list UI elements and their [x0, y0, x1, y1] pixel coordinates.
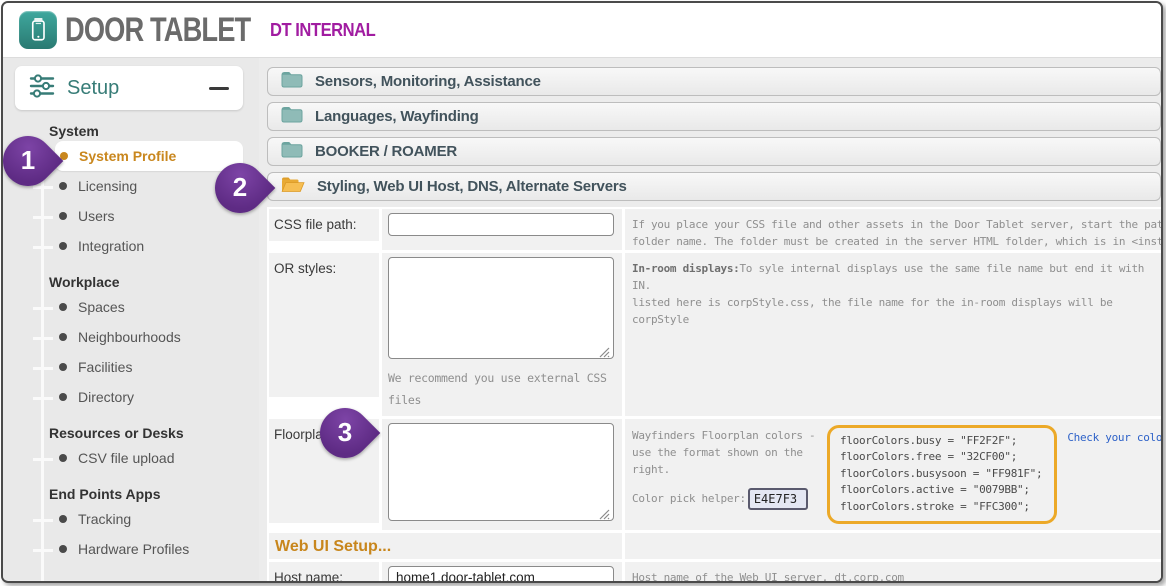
sliders-icon [29, 74, 55, 103]
css-file-path-input[interactable] [388, 213, 614, 236]
folder-closed-icon [281, 141, 303, 163]
callout-badge-3: 3 [310, 398, 381, 469]
host-name-label: Host name: [269, 562, 379, 583]
host-name-cell [382, 562, 622, 583]
code-line: floorColors.busy = "FF2F2F"; [840, 433, 1042, 450]
app-header: DOOR TABLET DT INTERNAL [3, 3, 1161, 58]
bullet-icon [59, 545, 67, 553]
floorplan-colors-textarea[interactable] [388, 423, 614, 521]
nav-section-system: System [49, 123, 259, 139]
floorplan-colors-cell [382, 419, 622, 530]
spacer-cell [625, 533, 1161, 559]
bullet-icon [59, 393, 67, 401]
setup-menu-header[interactable]: Setup [15, 66, 243, 110]
code-line: floorColors.free = "32CF00"; [840, 449, 1042, 466]
floorplan-colors-help-cell: Wayfinders Floorplan colors - use the fo… [625, 419, 1161, 530]
host-name-input[interactable] [388, 566, 614, 583]
host-name-help-cell: Host name of the Web UI server, dt.corp.… [625, 562, 1161, 583]
or-styles-note: We recommend you use external CSS files [388, 368, 613, 412]
or-styles-help-cell: In-room displays:To syle internal displa… [625, 253, 1161, 416]
inroom-displays-help-bold: In-room displays: [632, 262, 739, 275]
bullet-icon [59, 515, 67, 523]
floorplan-colors-help: Wayfinders Floorplan colors - use the fo… [632, 427, 827, 478]
nav-section-endpoints: End Points Apps [49, 486, 259, 502]
accordion-languages-wayfinding[interactable]: Languages, Wayfinding [267, 102, 1161, 131]
sidebar-item-spaces[interactable]: Spaces [51, 292, 243, 322]
code-line: floorColors.active = "0079BB"; [840, 482, 1042, 499]
sidebar-item-integration[interactable]: Integration [51, 231, 243, 261]
accordion-booker-roamer[interactable]: BOOKER / ROAMER [267, 137, 1161, 166]
door-tablet-logo-icon [19, 11, 57, 49]
app-window: DOOR TABLET DT INTERNAL [1, 1, 1163, 583]
host-name-help: Host name of the Web UI server, dt.corp.… [632, 569, 1161, 583]
or-styles-textarea[interactable] [388, 257, 614, 359]
nav-section-resources: Resources or Desks [49, 425, 259, 441]
code-line: floorColors.stroke = "FFC300"; [840, 499, 1042, 516]
main-content: Sensors, Monitoring, Assistance Language… [259, 58, 1161, 580]
check-your-colors-link[interactable]: Check your colors... [1067, 431, 1161, 444]
nav-section-workplace: Workplace [49, 274, 259, 290]
setup-menu-title: Setup [67, 77, 209, 100]
styling-settings-panel: CSS file path: If you place your CSS fil… [267, 207, 1161, 583]
floorplan-colors-example-box: floorColors.busy = "FF2F2F"; floorColors… [827, 425, 1057, 525]
bullet-icon [59, 363, 67, 371]
accordion-sensors-monitoring[interactable]: Sensors, Monitoring, Assistance [267, 67, 1161, 96]
css-file-path-label: CSS file path: [269, 209, 379, 241]
bullet-icon [59, 242, 67, 250]
folder-closed-icon [281, 106, 303, 128]
color-pick-helper-label: Color pick helper: [632, 490, 746, 507]
sidebar-item-neighbourhoods[interactable]: Neighbourhoods [51, 322, 243, 352]
or-styles-label: OR styles: [269, 253, 379, 397]
app-title: DOOR TABLET [65, 10, 250, 50]
sidebar-item-tracking[interactable]: Tracking [51, 504, 243, 534]
bullet-icon [59, 454, 67, 462]
or-styles-cell: We recommend you use external CSS files [382, 253, 622, 416]
css-file-path-help: If you place your CSS file and other ass… [632, 216, 1161, 250]
bullet-icon [59, 182, 67, 190]
code-line: floorColors.busysoon = "FF981F"; [840, 466, 1042, 483]
css-file-path-help-cell: If you place your CSS file and other ass… [625, 209, 1161, 250]
bullet-icon [59, 303, 67, 311]
accordion-styling-webui[interactable]: Styling, Web UI Host, DNS, Alternate Ser… [267, 172, 1161, 201]
sidebar-item-directory[interactable]: Directory [51, 382, 243, 412]
collapse-menu-icon[interactable] [209, 87, 229, 90]
web-ui-setup-heading: Web UI Setup... [269, 533, 622, 559]
css-file-path-cell [382, 209, 622, 250]
sidebar-item-hardware-profiles[interactable]: Hardware Profiles [51, 534, 243, 564]
bullet-icon [59, 333, 67, 341]
callout-badge-2: 2 [205, 153, 276, 224]
color-pick-helper-input[interactable] [748, 488, 808, 510]
folder-open-icon [281, 176, 305, 198]
sidebar-item-csv-file-upload[interactable]: CSV file upload [51, 443, 243, 473]
sidebar-item-facilities[interactable]: Facilities [51, 352, 243, 382]
environment-label: DT INTERNAL [270, 20, 375, 41]
folder-closed-icon [281, 71, 303, 93]
bullet-icon [59, 212, 67, 220]
